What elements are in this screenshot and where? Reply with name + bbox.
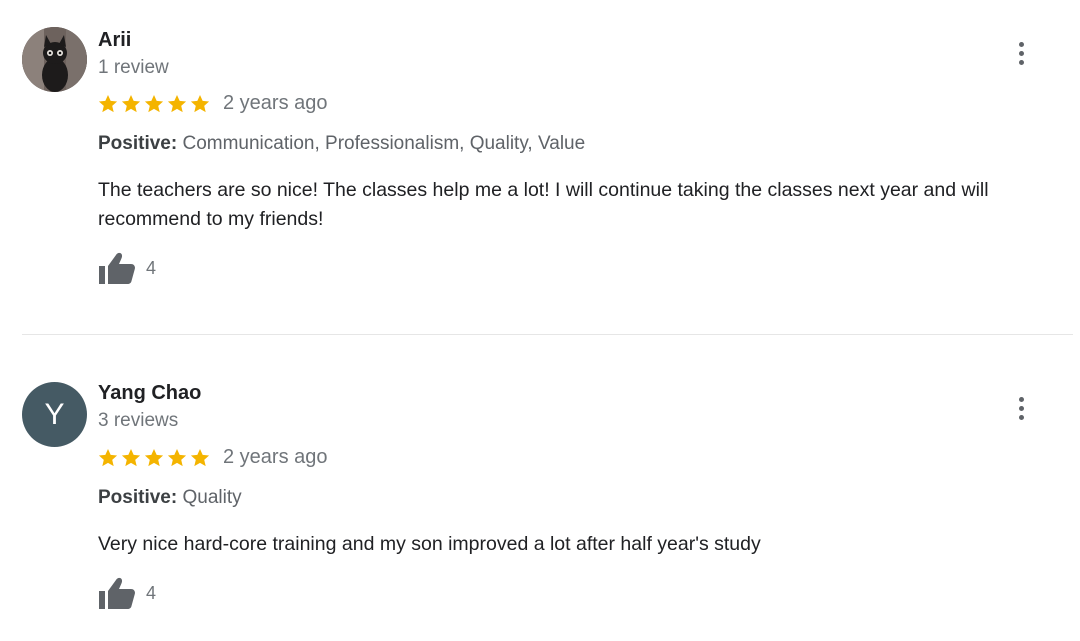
like-section: 4	[98, 576, 156, 610]
review-attributes: Positive: Quality	[98, 487, 242, 509]
review-card: Arii 1 review 2 years ago Positive: Comm…	[0, 0, 1080, 334]
attributes-label: Positive:	[98, 487, 178, 508]
star-icon	[167, 94, 187, 112]
more-options-button[interactable]	[1007, 35, 1035, 71]
star-icon	[98, 94, 118, 112]
thumbs-up-icon[interactable]	[98, 251, 136, 285]
rating-row: 2 years ago	[97, 446, 328, 469]
star-icon	[121, 448, 141, 466]
review-date: 2 years ago	[223, 92, 328, 114]
review-attributes: Positive: Communication, Professionalism…	[98, 133, 585, 155]
attributes-value: Quality	[182, 487, 242, 508]
like-section: 4	[98, 251, 156, 285]
star-icon	[144, 94, 164, 112]
review-text: The teachers are so nice! The classes he…	[98, 179, 989, 230]
star-icon	[190, 448, 210, 466]
author-name[interactable]: Yang Chao	[98, 382, 201, 405]
review-text: Very nice hard-core training and my son …	[98, 533, 761, 555]
star-rating	[97, 93, 211, 115]
star-icon	[144, 448, 164, 466]
cat-photo-icon	[22, 27, 87, 92]
review-date: 2 years ago	[223, 446, 328, 468]
rating-row: 2 years ago	[97, 92, 328, 115]
more-vert-icon	[1018, 41, 1024, 47]
star-icon	[121, 94, 141, 112]
star-icon	[190, 94, 210, 112]
author-name[interactable]: Arii	[98, 29, 131, 52]
star-rating	[97, 447, 211, 469]
like-count: 4	[146, 582, 157, 603]
star-icon	[98, 448, 118, 466]
star-icon	[167, 448, 187, 466]
avatar[interactable]	[22, 27, 87, 92]
author-review-count: 3 reviews	[98, 410, 179, 431]
attributes-value: Communication, Professionalism, Quality,…	[182, 133, 586, 154]
like-count: 4	[146, 257, 157, 278]
review-card: Y Yang Chao 3 reviews 2 years ago Positi…	[0, 335, 1080, 641]
avatar[interactable]: Y	[22, 382, 87, 447]
more-vert-icon	[1018, 396, 1024, 402]
more-options-button[interactable]	[1007, 390, 1035, 426]
avatar-letter: Y	[44, 398, 65, 431]
attributes-label: Positive:	[98, 133, 178, 154]
author-review-count: 1 review	[98, 57, 169, 78]
thumbs-up-icon[interactable]	[98, 576, 136, 610]
